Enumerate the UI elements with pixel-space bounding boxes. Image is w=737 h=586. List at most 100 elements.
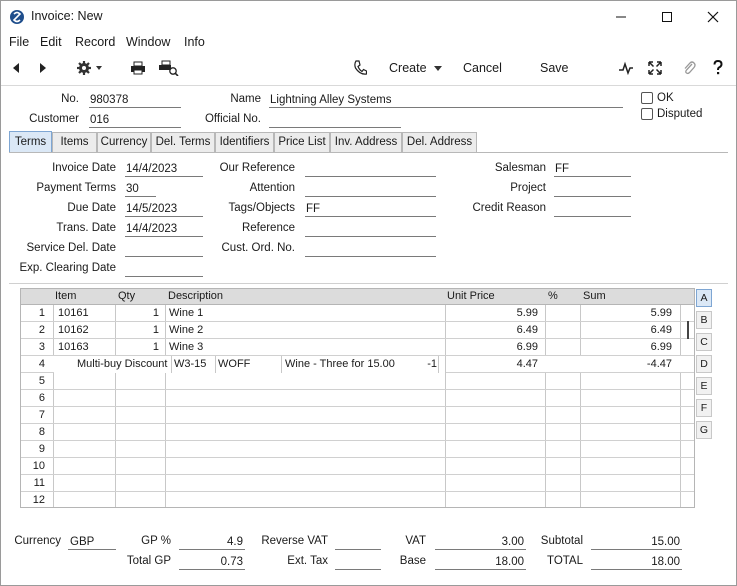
attention-field[interactable] xyxy=(305,182,436,197)
tab-del-terms[interactable]: Del. Terms xyxy=(151,132,215,152)
description-cell[interactable]: Wine 2 xyxy=(169,324,203,336)
salesman-field[interactable]: FF xyxy=(554,162,631,177)
trans-date-field[interactable]: 14/4/2023 xyxy=(125,222,203,237)
qty-cell[interactable]: 1 xyxy=(115,324,159,336)
tab-items[interactable]: Items xyxy=(52,132,97,152)
item-cell[interactable]: 10161 xyxy=(58,307,89,319)
tab-terms[interactable]: Terms xyxy=(9,131,52,152)
menu-edit[interactable]: Edit xyxy=(40,35,62,49)
menu-record[interactable]: Record xyxy=(75,35,115,49)
column-item[interactable]: Item xyxy=(55,290,76,302)
qty-cell[interactable]: 1 xyxy=(115,341,159,353)
column-description[interactable]: Description xyxy=(168,290,223,302)
table-row[interactable]: 10 xyxy=(21,458,694,475)
tab-price-list[interactable]: Price List xyxy=(274,132,330,152)
save-button[interactable]: Save xyxy=(540,59,569,77)
credit-reason-field[interactable] xyxy=(554,202,631,217)
tab-panel-border xyxy=(9,152,728,153)
grid-tab-f[interactable]: F xyxy=(696,399,712,417)
discount-type-cell[interactable]: WOFF xyxy=(218,358,250,370)
table-row[interactable]: 9 xyxy=(21,441,694,458)
item-cell[interactable]: 10162 xyxy=(58,324,89,336)
discount-label-cell[interactable]: Multi-buy Discount xyxy=(77,358,167,370)
our-reference-field[interactable] xyxy=(305,162,436,177)
description-cell[interactable]: Wine 3 xyxy=(169,341,203,353)
cust-ord-no-field[interactable] xyxy=(305,242,436,257)
attachments-button[interactable] xyxy=(682,59,696,77)
currency-field[interactable]: GBP xyxy=(68,535,116,550)
tab-del-address[interactable]: Del. Address xyxy=(402,132,477,152)
create-button[interactable]: Create xyxy=(389,59,445,77)
table-row[interactable]: 1 10161 1 Wine 1 5.99 5.99 xyxy=(21,305,694,322)
cancel-button[interactable]: Cancel xyxy=(463,59,502,77)
column-sum[interactable]: Sum xyxy=(583,290,606,302)
grid-scrollbar-thumb[interactable] xyxy=(687,321,689,339)
table-row[interactable]: 12 xyxy=(21,492,694,507)
tags-objects-field[interactable]: FF xyxy=(305,202,436,217)
operations-menu-button[interactable] xyxy=(76,59,104,77)
ok-checkbox[interactable] xyxy=(641,92,653,104)
official-no-field[interactable] xyxy=(269,113,401,128)
sum-cell[interactable]: 6.49 xyxy=(580,324,672,336)
menu-file[interactable]: File xyxy=(9,35,29,49)
payment-terms-field[interactable]: 30 xyxy=(125,182,156,197)
customer-field[interactable]: 016 xyxy=(89,113,181,128)
qty-cell[interactable]: 1 xyxy=(115,307,159,319)
reference-field[interactable] xyxy=(305,222,436,237)
sum-cell[interactable]: 5.99 xyxy=(580,307,672,319)
print-preview-button[interactable] xyxy=(159,59,179,77)
project-field[interactable] xyxy=(554,182,631,197)
next-record-button[interactable] xyxy=(38,59,48,77)
item-cell[interactable]: 10163 xyxy=(58,341,89,353)
table-row[interactable]: 11 xyxy=(21,475,694,492)
unit-price-cell[interactable]: 6.99 xyxy=(445,341,538,353)
previous-record-button[interactable] xyxy=(11,59,21,77)
discount-unit-price-cell[interactable]: 4.47 xyxy=(445,358,538,370)
table-row[interactable]: 6 xyxy=(21,390,694,407)
tab-identifiers[interactable]: Identifiers xyxy=(215,132,274,152)
phone-button[interactable] xyxy=(353,59,367,77)
maximize-button[interactable] xyxy=(644,5,690,29)
discount-description-cell[interactable]: Wine - Three for 15.00 xyxy=(285,358,395,370)
name-field[interactable]: Lightning Alley Systems xyxy=(269,93,623,108)
column-percent[interactable]: % xyxy=(548,290,558,302)
due-date-field[interactable]: 14/5/2023 xyxy=(125,202,203,217)
tab-currency[interactable]: Currency xyxy=(97,132,151,152)
table-row[interactable]: 5 xyxy=(21,373,694,390)
grid-tab-g[interactable]: G xyxy=(696,421,712,439)
table-row[interactable]: 7 xyxy=(21,407,694,424)
no-field[interactable]: 980378 xyxy=(89,93,181,108)
tab-inv-address[interactable]: Inv. Address xyxy=(330,132,402,152)
discount-qty-cell[interactable]: -1 xyxy=(401,358,437,370)
minimize-button[interactable] xyxy=(598,5,644,29)
expand-button[interactable] xyxy=(648,59,662,77)
activity-button[interactable] xyxy=(618,59,634,77)
exp-clearing-date-field[interactable] xyxy=(125,262,203,277)
grid-tab-e[interactable]: E xyxy=(696,377,712,395)
invoice-date-field[interactable]: 14/4/2023 xyxy=(125,162,203,177)
discount-sum-cell[interactable]: -4.47 xyxy=(580,358,672,370)
description-cell[interactable]: Wine 1 xyxy=(169,307,203,319)
service-del-date-field[interactable] xyxy=(125,242,203,257)
table-row[interactable]: 3 10163 1 Wine 3 6.99 6.99 xyxy=(21,339,694,356)
grid-tab-c[interactable]: C xyxy=(696,333,712,351)
table-row[interactable]: 2 10162 1 Wine 2 6.49 6.49 xyxy=(21,322,694,339)
unit-price-cell[interactable]: 6.49 xyxy=(445,324,538,336)
total-gp-label: Total GP xyxy=(126,555,171,567)
disputed-checkbox[interactable] xyxy=(641,108,653,120)
close-button[interactable] xyxy=(690,5,736,29)
table-row[interactable]: 8 xyxy=(21,424,694,441)
column-qty[interactable]: Qty xyxy=(118,290,135,302)
grid-tab-d[interactable]: D xyxy=(696,355,712,373)
sum-cell[interactable]: 6.99 xyxy=(580,341,672,353)
discount-row[interactable]: 4 Multi-buy Discount W3-15 WOFF Wine - T… xyxy=(21,356,694,373)
help-button[interactable] xyxy=(712,59,724,77)
column-unit-price[interactable]: Unit Price xyxy=(447,290,495,302)
unit-price-cell[interactable]: 5.99 xyxy=(445,307,538,319)
print-button[interactable] xyxy=(130,59,146,77)
discount-code-cell[interactable]: W3-15 xyxy=(174,358,206,370)
grid-tab-b[interactable]: B xyxy=(696,311,712,329)
grid-tab-a[interactable]: A xyxy=(696,289,712,307)
menu-info[interactable]: Info xyxy=(184,35,205,49)
menu-window[interactable]: Window xyxy=(126,35,170,49)
